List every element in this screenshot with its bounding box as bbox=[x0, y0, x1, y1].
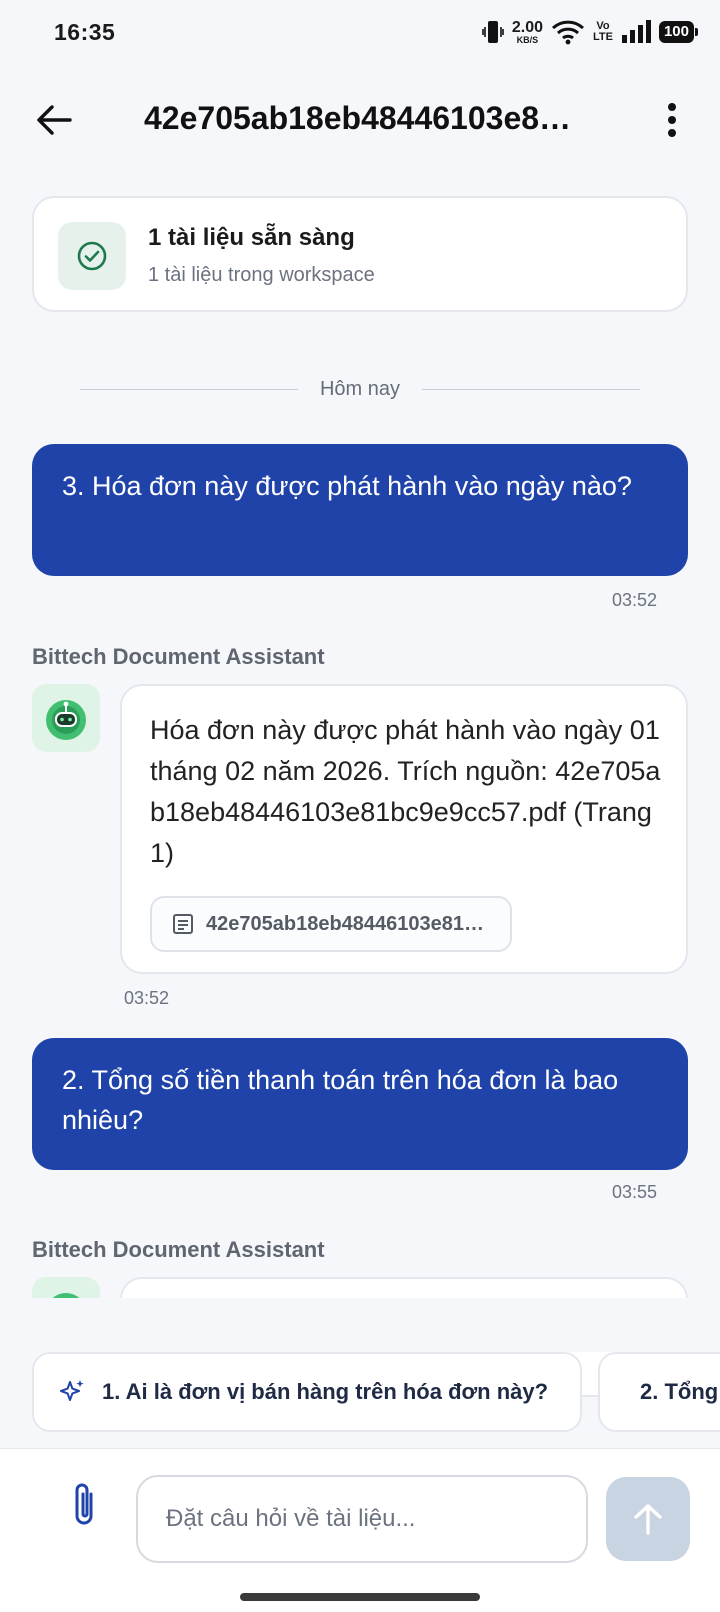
status-time: 16:35 bbox=[54, 18, 116, 45]
message-time: 03:52 bbox=[612, 590, 658, 610]
user-message-bubble: 3. Hóa đơn này được phát hành vào ngày n… bbox=[32, 444, 688, 576]
message-time: 03:52 bbox=[124, 988, 170, 1008]
more-vertical-icon bbox=[668, 103, 676, 137]
network-speed: 2.00 KB/S bbox=[511, 18, 543, 45]
ready-subtitle: 1 tài liệu trong workspace bbox=[148, 264, 375, 286]
user-message-text: 3. Hóa đơn này được phát hành vào ngày n… bbox=[62, 471, 632, 501]
documents-ready-card: 1 tài liệu sẵn sàng 1 tài liệu trong wor… bbox=[32, 196, 688, 312]
ready-title: 1 tài liệu sẵn sàng bbox=[148, 224, 355, 251]
suggestion-chip[interactable]: 1. Ai là đơn vị bán hàng trên hóa đơn nà… bbox=[32, 1352, 582, 1432]
assistant-message-bubble: Hóa đơn này được phát hành vào ngày 01 t… bbox=[120, 684, 688, 974]
message-composer bbox=[0, 1448, 720, 1612]
signal-icon bbox=[621, 20, 651, 44]
suggestion-label: 2. Tổng số tiền thanh toán trên hóa đơn … bbox=[640, 1379, 720, 1404]
date-divider: Hôm nay bbox=[80, 374, 640, 404]
date-label: Hôm nay bbox=[319, 377, 401, 400]
assistant-sender-name: Bittech Document Assistant bbox=[32, 644, 325, 669]
vibrate-icon bbox=[482, 19, 504, 45]
check-circle-icon bbox=[58, 222, 126, 290]
message-time: 03:55 bbox=[612, 1182, 658, 1202]
page-title: 42e705ab18eb48446103e81bc9e9cc57.pdf bbox=[144, 100, 584, 136]
assistant-avatar bbox=[32, 684, 100, 752]
attach-button[interactable] bbox=[56, 1473, 112, 1537]
back-button[interactable] bbox=[30, 98, 78, 142]
wifi-icon bbox=[551, 19, 585, 45]
status-bar: 16:35 2.00 KB/S Vo LTE 100 bbox=[0, 0, 720, 64]
suggestion-chips: 1. Ai là đơn vị bán hàng trên hóa đơn nà… bbox=[0, 1352, 720, 1432]
divider-line bbox=[80, 388, 298, 390]
status-icons: 2.00 KB/S Vo LTE 100 bbox=[482, 18, 699, 45]
more-options-button[interactable] bbox=[650, 98, 694, 142]
assistant-sender-name: Bittech Document Assistant bbox=[32, 1237, 325, 1262]
arrow-left-icon bbox=[37, 105, 72, 135]
volte-indicator: Vo LTE bbox=[593, 20, 613, 43]
divider-line bbox=[422, 388, 640, 390]
suggestion-chip[interactable]: 2. Tổng số tiền thanh toán trên hóa đơn … bbox=[598, 1352, 720, 1432]
question-input[interactable] bbox=[136, 1475, 588, 1563]
battery-icon: 100 bbox=[658, 21, 699, 43]
paperclip-icon bbox=[75, 1483, 93, 1525]
source-document-chip[interactable]: 42e705ab18eb48446103e81bc9e9cc57.pdf bbox=[150, 896, 512, 952]
arrow-up-icon bbox=[634, 1504, 662, 1535]
suggestion-label: 1. Ai là đơn vị bán hàng trên hóa đơn nà… bbox=[102, 1379, 549, 1404]
robot-icon bbox=[46, 700, 86, 740]
user-message-bubble: 2. Tổng số tiền thanh toán trên hóa đơn … bbox=[32, 1038, 688, 1170]
home-indicator[interactable] bbox=[240, 1593, 480, 1601]
user-message-text: 2. Tổng số tiền thanh toán trên hóa đơn … bbox=[62, 1065, 619, 1135]
app-bar: 42e705ab18eb48446103e81bc9e9cc57.pdf bbox=[0, 80, 720, 160]
source-document-label: 42e705ab18eb48446103e81bc9e9cc57.pdf bbox=[206, 912, 496, 935]
send-button[interactable] bbox=[606, 1477, 690, 1561]
document-icon bbox=[173, 914, 193, 934]
sparkle-icon bbox=[60, 1380, 84, 1401]
chat-fade bbox=[0, 1298, 720, 1352]
assistant-message-text: Hóa đơn này được phát hành vào ngày 01 t… bbox=[150, 715, 661, 868]
